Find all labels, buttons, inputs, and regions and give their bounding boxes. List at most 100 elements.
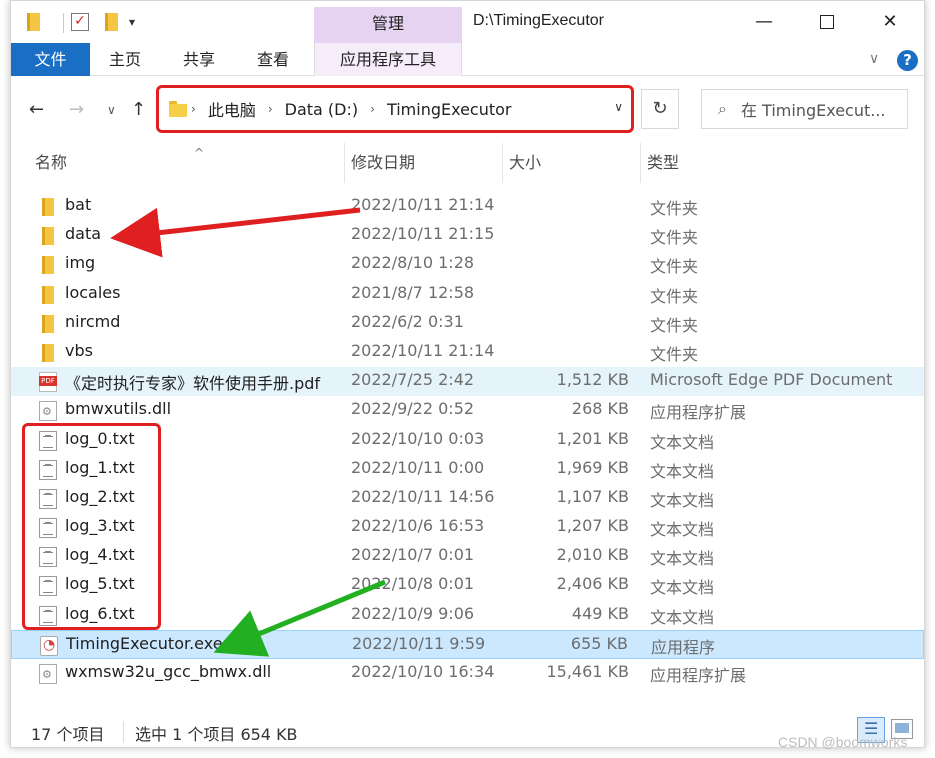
file-size: 1,201 KB — [556, 428, 629, 448]
ribbon-tabs: 文件 主页 共享 查看 应用程序工具 ∨ ? — [11, 43, 924, 76]
chevron-right-icon[interactable]: › — [268, 102, 273, 116]
ribbon-collapse-icon[interactable]: ∨ — [869, 51, 879, 67]
file-name: 《定时执行专家》软件使用手册.pdf — [65, 374, 321, 394]
file-size: 2,406 KB — [556, 574, 629, 594]
properties-check-icon[interactable]: ✓ — [71, 11, 89, 33]
minimize-button[interactable]: — — [741, 7, 787, 37]
file-date: 2022/10/11 0:00 — [351, 457, 485, 477]
quick-access-dropdown-icon[interactable]: ▾ — [129, 11, 135, 33]
chevron-right-icon[interactable]: › — [370, 102, 375, 116]
maximize-icon — [820, 15, 834, 29]
quick-access-divider — [63, 13, 64, 33]
file-name: bmwxutils.dll — [65, 399, 172, 419]
chevron-right-icon[interactable]: › — [191, 102, 196, 116]
forward-button[interactable]: → — [69, 99, 84, 120]
file-type: 文本文档 — [650, 432, 715, 452]
folder-icon — [39, 197, 57, 217]
file-type: 文件夹 — [650, 257, 699, 277]
status-divider — [123, 721, 124, 743]
breadcrumb-drive-d[interactable]: Data (D:) — [285, 100, 358, 119]
file-date: 2022/7/25 2:42 — [351, 370, 475, 390]
file-size: 449 KB — [571, 603, 629, 623]
file-name: nircmd — [65, 311, 121, 331]
folder-icon — [39, 343, 57, 363]
file-date: 2022/10/9 9:06 — [351, 603, 475, 623]
file-type: 文件夹 — [650, 344, 699, 364]
file-date: 2022/10/11 21:15 — [351, 224, 495, 244]
tab-view[interactable]: 查看 — [257, 43, 289, 76]
file-name: wxmsw32u_gcc_bmwx.dll — [65, 662, 272, 681]
search-input[interactable]: ⌕ 在 TimingExecut... — [701, 89, 908, 129]
column-headers: ^ 名称 修改日期 大小 类型 — [11, 143, 924, 183]
file-date: 2022/8/10 1:28 — [351, 253, 475, 273]
file-type: 文件夹 — [650, 286, 699, 306]
file-type: 应用程序扩展 — [650, 403, 747, 423]
dll-icon — [39, 664, 57, 684]
file-type: 文本文档 — [650, 490, 715, 510]
file-size: 655 KB — [570, 633, 628, 653]
file-date: 2022/10/11 9:59 — [352, 633, 486, 653]
folder-icon — [39, 314, 57, 334]
tab-application-tools[interactable]: 应用程序工具 — [314, 43, 462, 76]
window-title: D:\TimingExecutor — [473, 12, 604, 29]
tab-share[interactable]: 共享 — [183, 43, 215, 76]
breadcrumb-this-pc[interactable]: 此电脑 — [208, 97, 256, 121]
file-type: 文件夹 — [650, 228, 699, 248]
file-date: 2022/10/11 21:14 — [351, 340, 495, 360]
file-type: 文件夹 — [650, 199, 699, 218]
pdf-icon — [39, 372, 57, 393]
maximize-button[interactable] — [804, 7, 850, 37]
help-icon[interactable]: ? — [897, 50, 918, 71]
file-row[interactable]: img 2022/8/10 1:28 文件夹 — [11, 250, 924, 279]
dll-icon — [39, 401, 57, 422]
file-size: 1,512 KB — [556, 370, 629, 390]
file-size: 2,010 KB — [556, 545, 629, 565]
tab-home[interactable]: 主页 — [109, 43, 141, 76]
file-type: Microsoft Edge PDF Document — [650, 370, 893, 390]
file-row[interactable]: bmwxutils.dll 2022/9/22 0:52 268 KB 应用程序扩展 — [11, 396, 924, 425]
folder-icon — [39, 226, 57, 246]
close-button[interactable]: ✕ — [867, 7, 913, 37]
folder-icon — [39, 285, 57, 305]
file-row[interactable]: bat 2022/10/11 21:14 文件夹 — [11, 192, 924, 221]
file-row[interactable]: vbs 2022/10/11 21:14 文件夹 — [11, 338, 924, 367]
log-files-highlight-box — [22, 423, 161, 630]
exe-icon — [40, 635, 58, 656]
file-type: 文本文档 — [650, 607, 715, 627]
address-dropdown-icon[interactable]: ∨ — [614, 100, 623, 114]
watermark: CSDN @boomworks — [778, 734, 908, 750]
refresh-button[interactable]: ↻ — [641, 89, 679, 129]
tab-file[interactable]: 文件 — [11, 43, 90, 76]
file-size: 1,207 KB — [556, 516, 629, 536]
column-header-name[interactable]: ^ 名称 — [29, 143, 341, 183]
quick-access-folder-icon[interactable] — [25, 11, 40, 33]
title-bar: ✓ ▾ 管理 D:\TimingExecutor — ✕ — [11, 1, 924, 43]
manage-contextual-tab[interactable]: 管理 — [314, 7, 462, 43]
column-header-name-label: 名称 — [35, 153, 68, 172]
recent-locations-icon[interactable]: ∨ — [107, 103, 116, 117]
column-header-date[interactable]: 修改日期 — [344, 143, 502, 183]
file-row[interactable]: wxmsw32u_gcc_bmwx.dll 2022/10/10 16:34 15,… — [11, 659, 924, 688]
file-row[interactable]: locales 2021/8/7 12:58 文件夹 — [11, 280, 924, 309]
file-name: locales — [65, 282, 121, 302]
column-header-type[interactable]: 类型 — [640, 143, 910, 183]
file-row[interactable]: nircmd 2022/6/2 0:31 文件夹 — [11, 309, 924, 338]
file-type: 应用程序扩展 — [650, 666, 747, 685]
file-name: vbs — [65, 340, 93, 360]
file-type: 文本文档 — [650, 549, 715, 569]
breadcrumb-timingexecutor[interactable]: TimingExecutor — [387, 100, 512, 119]
file-date: 2021/8/7 12:58 — [351, 282, 475, 302]
file-row[interactable]: data 2022/10/11 21:15 文件夹 — [11, 221, 924, 250]
selection-info: 选中 1 个项目 654 KB — [135, 725, 298, 744]
folder-icon — [169, 101, 187, 117]
file-row[interactable]: 《定时执行专家》软件使用手册.pdf 2022/7/25 2:42 1,512 KB… — [11, 367, 924, 397]
column-header-size[interactable]: 大小 — [502, 143, 640, 183]
up-button[interactable]: ↑ — [131, 99, 146, 120]
address-bar[interactable]: › 此电脑 › Data (D:) › TimingExecutor ∨ — [156, 85, 634, 133]
file-row[interactable]: TimingExecutor.exe 2022/10/11 9:59 655 KB 应… — [11, 629, 924, 659]
back-button[interactable]: ← — [29, 99, 44, 120]
file-date: 2022/10/11 14:56 — [351, 486, 495, 506]
breadcrumb: › 此电脑 › Data (D:) › TimingExecutor — [169, 97, 520, 121]
new-folder-icon[interactable] — [103, 11, 118, 33]
file-type: 文本文档 — [650, 578, 715, 598]
